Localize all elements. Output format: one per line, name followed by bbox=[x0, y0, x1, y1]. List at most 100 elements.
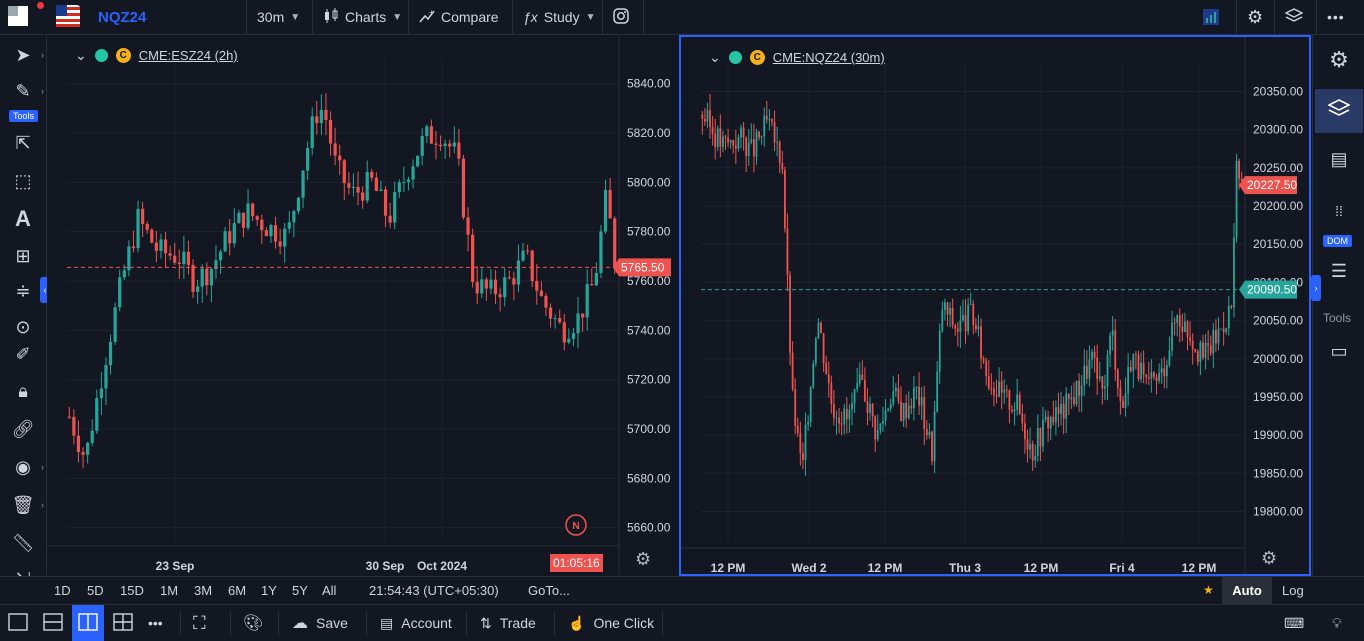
right-collapse-button[interactable]: › bbox=[1311, 275, 1321, 301]
ruler-tool[interactable]: 📏︎ bbox=[8, 529, 38, 557]
hint-button[interactable]: 💡︎ bbox=[1332, 605, 1342, 641]
candle bbox=[338, 144, 342, 175]
watchlist-panel-button[interactable]: ☰ bbox=[1323, 255, 1355, 287]
range-5d[interactable]: 5D bbox=[87, 583, 104, 598]
instagram-button[interactable] bbox=[602, 0, 644, 34]
layers-button[interactable] bbox=[1274, 0, 1316, 34]
range-5y[interactable]: 5Y bbox=[292, 583, 308, 598]
settings-button[interactable]: ⚙ bbox=[1236, 0, 1274, 34]
account-button[interactable]: ▤ Account bbox=[380, 605, 452, 641]
candle bbox=[548, 303, 553, 328]
goto-button[interactable]: GoTo... bbox=[528, 583, 570, 598]
magnet-tool[interactable]: ⊙ bbox=[8, 313, 38, 341]
candle bbox=[709, 93, 711, 139]
range-15d[interactable]: 15D bbox=[120, 583, 144, 598]
candle bbox=[122, 264, 126, 281]
candle bbox=[874, 415, 877, 452]
candle bbox=[466, 207, 470, 252]
range-1m[interactable]: 1M bbox=[160, 583, 178, 598]
fullscreen-button[interactable]: ⛶ bbox=[193, 605, 206, 641]
candle bbox=[356, 171, 360, 206]
range-1d[interactable]: 1D bbox=[54, 583, 71, 598]
candle bbox=[706, 102, 709, 128]
range-3m[interactable]: 3M bbox=[194, 583, 212, 598]
chart-layout-icon[interactable] bbox=[1202, 8, 1220, 26]
candle bbox=[1011, 405, 1013, 414]
one-click-button[interactable]: ☝ One Click bbox=[568, 605, 654, 641]
candle bbox=[86, 441, 90, 464]
range-1y[interactable]: 1Y bbox=[261, 583, 277, 598]
range-all[interactable]: All bbox=[322, 583, 336, 598]
candle bbox=[1178, 308, 1181, 343]
theme-button[interactable]: 🎨︎ bbox=[243, 605, 263, 641]
chart-pane-nq[interactable]: 20350.00 20300.00 20250.00 20200.00 20150.00… bbox=[679, 35, 1311, 576]
chart-es-svg[interactable]: 5840.005820.005800.005780.005760.005740.… bbox=[47, 35, 677, 575]
dom-panel-button[interactable]: ⁞⁞ bbox=[1323, 195, 1355, 227]
text-tool[interactable]: A bbox=[8, 205, 38, 233]
more-button[interactable]: ••• bbox=[1316, 0, 1364, 34]
charts-button[interactable]: Charts ▼ bbox=[312, 0, 408, 34]
layout-columns-button[interactable] bbox=[72, 605, 104, 641]
candle bbox=[1026, 429, 1029, 463]
candle bbox=[822, 332, 825, 372]
candle bbox=[461, 154, 466, 220]
candle bbox=[544, 293, 548, 316]
chevron-down-icon[interactable]: ⌄ bbox=[709, 49, 721, 66]
hand-pointer-icon: ☝ bbox=[568, 614, 586, 631]
candle bbox=[931, 430, 933, 466]
chart-nq-svg[interactable]: 20350.00 20300.00 20250.00 20200.00 20150.00… bbox=[681, 37, 1309, 574]
pencil-tool[interactable]: ✎ › bbox=[8, 77, 44, 105]
layout-single-button[interactable] bbox=[8, 605, 28, 641]
measure-tool[interactable]: ≑ bbox=[8, 277, 38, 305]
log-scale-button[interactable]: Log bbox=[1282, 583, 1304, 598]
x-tick-label: Fri 4 bbox=[1109, 561, 1135, 574]
pointer-tool[interactable]: ⇱ bbox=[8, 129, 38, 157]
delete-tool[interactable]: 🗑︎ › bbox=[8, 491, 44, 519]
candle bbox=[1104, 374, 1106, 401]
chart-pane-es[interactable]: 5840.00 5820.00 5800.00 5780.00 5760.00 5740.… bbox=[47, 35, 677, 575]
candle bbox=[434, 131, 438, 160]
x-tick-label: 23 Sep bbox=[156, 559, 195, 573]
notes-panel-button[interactable]: ▤ bbox=[1323, 143, 1355, 175]
auto-scale-button[interactable]: Auto bbox=[1222, 577, 1272, 604]
interval-dropdown[interactable]: 30m ▼ bbox=[246, 0, 312, 34]
layout-rows-button[interactable] bbox=[43, 605, 63, 641]
study-button[interactable]: ƒx Study ▼ bbox=[512, 0, 602, 34]
more-layouts-button[interactable]: ••• bbox=[148, 605, 163, 641]
brush-tool[interactable]: ✐ bbox=[8, 340, 38, 368]
y-tick-label: 20150.00 bbox=[1253, 237, 1303, 251]
star-icon[interactable]: ★ bbox=[1203, 583, 1214, 597]
candle bbox=[740, 124, 742, 149]
compare-button[interactable]: + Compare bbox=[408, 0, 512, 34]
rectangle-tool[interactable]: ⬚ bbox=[8, 167, 38, 195]
grid-icon bbox=[113, 612, 133, 634]
link-tool[interactable]: 🔗︎ bbox=[8, 415, 38, 443]
account-label: Account bbox=[401, 615, 452, 631]
objects-panel-button[interactable] bbox=[1315, 89, 1363, 133]
settings-panel-button[interactable]: ⚙ bbox=[1323, 44, 1355, 76]
chevron-down-icon[interactable]: ⌄ bbox=[75, 47, 87, 64]
layout-panel-button[interactable]: ▭ bbox=[1323, 335, 1355, 367]
chart-title-nq[interactable]: CME:NQZ24 (30m) bbox=[773, 50, 885, 65]
clock-display[interactable]: 21:54:43 (UTC+05:30) bbox=[369, 583, 499, 598]
layout-grid-button[interactable] bbox=[113, 605, 133, 641]
save-button[interactable]: ☁ Save bbox=[292, 605, 348, 641]
chart-title-es[interactable]: CME:ESZ24 (2h) bbox=[139, 48, 238, 63]
visibility-tool[interactable]: ◉ › bbox=[8, 453, 44, 481]
candle bbox=[910, 398, 913, 415]
keyboard-button[interactable]: ⌨ bbox=[1284, 605, 1304, 641]
range-6m[interactable]: 6M bbox=[228, 583, 246, 598]
lock-tool[interactable]: 🔒︎ bbox=[8, 377, 38, 405]
x-tick-label: Oct 2024 bbox=[417, 559, 467, 573]
candle bbox=[1075, 380, 1078, 407]
cursor-tool[interactable]: ➤ › bbox=[8, 41, 44, 69]
trade-button[interactable]: ⇅ Trade bbox=[480, 605, 536, 641]
symbol-name[interactable]: NQZ24 bbox=[98, 9, 146, 26]
candle bbox=[1209, 335, 1212, 357]
fib-tool[interactable]: ⊞ bbox=[8, 242, 38, 270]
candle bbox=[1008, 389, 1011, 424]
candle bbox=[1073, 382, 1075, 407]
candle bbox=[861, 360, 864, 381]
candle bbox=[925, 420, 928, 440]
text-icon: A bbox=[15, 206, 31, 231]
